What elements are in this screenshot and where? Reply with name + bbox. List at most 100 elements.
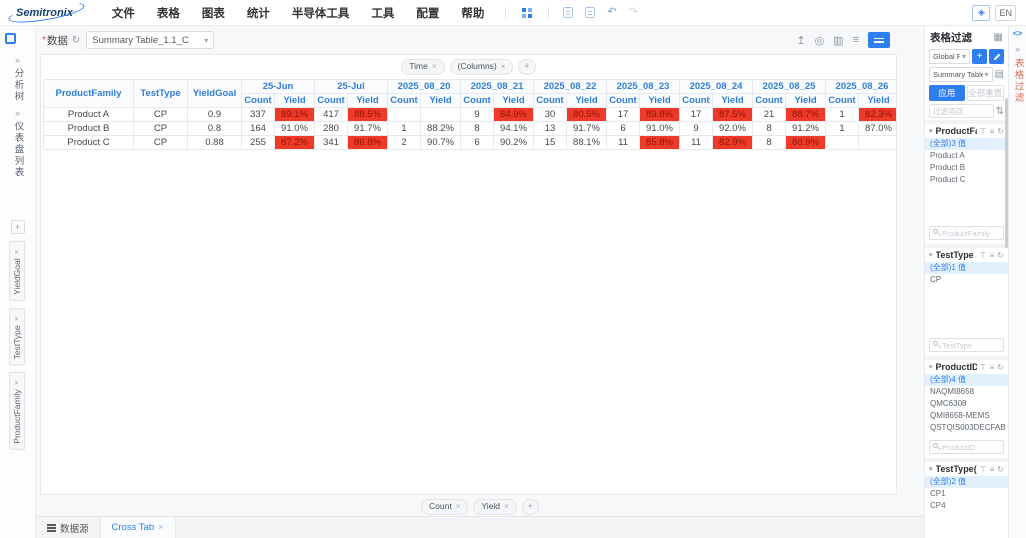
- chevron-down-icon[interactable]: ▾: [929, 127, 933, 135]
- filter-value-item[interactable]: QSTQIS003DECFAB: [925, 422, 1008, 434]
- code-icon[interactable]: <>: [1013, 30, 1023, 39]
- close-icon[interactable]: ×: [456, 502, 461, 512]
- fields-icon[interactable]: ≡: [853, 34, 859, 46]
- tab-crosstab[interactable]: Cross Tab ×: [100, 517, 176, 538]
- theme-button[interactable]: ◈: [972, 5, 990, 21]
- refresh-icon[interactable]: ↻: [997, 127, 1004, 136]
- chevron-down-icon[interactable]: ▾: [929, 465, 933, 473]
- tab-datasource[interactable]: 数据源: [36, 517, 100, 538]
- add-filter-button[interactable]: +: [972, 49, 987, 64]
- panel-toggle-icon[interactable]: [5, 33, 16, 44]
- column-group-header: 25-Jul: [315, 79, 388, 93]
- filter-panel-rail-label[interactable]: 表格过滤: [1011, 58, 1025, 104]
- filter-value-item[interactable]: CP: [925, 274, 1008, 286]
- menu-item-help[interactable]: 帮助: [450, 5, 495, 21]
- pin-icon[interactable]: ⊤: [980, 465, 987, 474]
- close-icon[interactable]: ×: [158, 522, 164, 533]
- filter-all-values[interactable]: (全部)4 值: [925, 374, 1008, 386]
- apply-button[interactable]: 应用: [929, 85, 965, 101]
- filter-value-item[interactable]: Product B: [925, 162, 1008, 174]
- filter-value-item[interactable]: QMI8658-MEMS: [925, 410, 1008, 422]
- collapse-filter-panel-icon[interactable]: »: [1015, 45, 1020, 54]
- filter-value-item[interactable]: QMC6308: [925, 398, 1008, 410]
- chevron-down-icon[interactable]: ▾: [929, 363, 933, 371]
- settings-icon[interactable]: ◎: [815, 34, 825, 47]
- column-pill-columns[interactable]: (Columns) ×: [450, 59, 514, 75]
- filter-all-values[interactable]: (全部)1 值: [925, 262, 1008, 274]
- filter-value-item[interactable]: CP4: [925, 500, 1008, 512]
- add-column-pill-button[interactable]: +: [518, 59, 535, 75]
- row-pill-yieldgoal[interactable]: YieldGoal ×: [9, 241, 25, 301]
- filter-all-values[interactable]: (全部)2 值: [925, 476, 1008, 488]
- cell-yield: 90.7%: [421, 135, 461, 149]
- columns-icon[interactable]: ▥: [833, 34, 843, 47]
- filter-value-item[interactable]: NAQMI8658: [925, 386, 1008, 398]
- language-button[interactable]: EN: [995, 5, 1016, 21]
- chevron-down-icon[interactable]: ▾: [929, 251, 933, 259]
- open-report-icon[interactable]: [585, 7, 595, 18]
- filter-search-input-testtype[interactable]: [929, 338, 1004, 352]
- menu-item-file[interactable]: 文件: [101, 5, 146, 21]
- value-pill-count[interactable]: Count ×: [421, 499, 468, 514]
- menu-item-statistics[interactable]: 统计: [236, 5, 281, 21]
- undo-icon[interactable]: ↶: [603, 7, 620, 18]
- expand-analysis-tree-icon[interactable]: »: [15, 56, 20, 65]
- close-icon[interactable]: ×: [501, 62, 506, 72]
- reset-all-button[interactable]: 全部重置: [967, 85, 1005, 101]
- close-icon[interactable]: ×: [432, 62, 437, 72]
- add-value-pill-button[interactable]: +: [522, 499, 539, 515]
- filter-value-item[interactable]: CP1: [925, 488, 1008, 500]
- column-pill-time[interactable]: Time ×: [401, 59, 444, 75]
- refresh-icon[interactable]: ↻: [72, 35, 80, 46]
- filter-value-item[interactable]: Product A: [925, 150, 1008, 162]
- close-icon[interactable]: ×: [504, 502, 509, 512]
- crosstab-table: ProductFamilyTestTypeYieldGoal25-Jun25-J…: [43, 79, 897, 150]
- pin-icon[interactable]: ⊤: [980, 363, 987, 372]
- menu-icon[interactable]: ≡: [990, 465, 995, 474]
- filter-dataset-select[interactable]: Summary Table_1.1_C ▾: [929, 67, 993, 82]
- filter-search-input-productfamily[interactable]: [929, 226, 1004, 240]
- dataset-config-icon[interactable]: ▤: [995, 69, 1004, 80]
- close-icon[interactable]: ×: [12, 314, 21, 323]
- menu-item-semiconductor-tools[interactable]: 半导体工具: [281, 5, 361, 21]
- edit-filter-button[interactable]: [989, 49, 1004, 64]
- filter-value-item[interactable]: Product C: [925, 174, 1008, 186]
- menu-icon[interactable]: ≡: [990, 363, 995, 372]
- close-icon[interactable]: ×: [12, 378, 21, 387]
- save-report-icon[interactable]: [563, 7, 573, 18]
- filter-section-icons: ⊤≡↻: [980, 127, 1004, 136]
- pin-icon[interactable]: ⊤: [980, 251, 987, 260]
- menu-item-tools[interactable]: 工具: [360, 5, 405, 21]
- redo-icon[interactable]: ↷: [625, 7, 642, 18]
- dataset-select[interactable]: Summary Table_1.1_C ▾: [86, 31, 214, 49]
- grid-layout-icon[interactable]: ▦: [994, 32, 1003, 43]
- add-row-dimension-button[interactable]: +: [11, 220, 25, 234]
- export-icon[interactable]: ↥: [796, 34, 805, 47]
- global-filters-select[interactable]: Global Filters ▾: [929, 49, 970, 64]
- menu-icon[interactable]: ≡: [990, 127, 995, 136]
- filter-all-values[interactable]: (全部)3 值: [925, 138, 1008, 150]
- layout-config-button[interactable]: [868, 32, 890, 48]
- menu-item-settings[interactable]: 配置: [405, 5, 450, 21]
- menu-item-chart[interactable]: 图表: [191, 5, 236, 21]
- expand-dashboard-list-icon[interactable]: »: [15, 109, 20, 118]
- scrollbar[interactable]: [1005, 98, 1008, 248]
- filter-search-input-productid[interactable]: [929, 440, 1004, 454]
- analysis-tree-panel-label[interactable]: 分析树: [11, 68, 25, 103]
- row-pill-productfamily[interactable]: ProductFamily ×: [9, 372, 25, 450]
- filter-items-search-input[interactable]: [929, 104, 994, 118]
- value-pill-yield[interactable]: Yield ×: [473, 499, 516, 514]
- filter-value-list: (全部)4 值NAQMI8658QMC6308QMI8658-MEMSQSTQI…: [925, 374, 1008, 438]
- pin-icon[interactable]: ⊤: [980, 127, 987, 136]
- row-pill-testtype[interactable]: TestType ×: [9, 308, 25, 365]
- menu-item-table[interactable]: 表格: [146, 5, 191, 21]
- dashboard-list-panel-label[interactable]: 仪表盘列表: [11, 121, 25, 179]
- refresh-icon[interactable]: ↻: [997, 465, 1004, 474]
- cell-count: 255: [242, 135, 275, 149]
- menu-icon[interactable]: ≡: [990, 251, 995, 260]
- sort-filter-icon[interactable]: ⇅: [996, 106, 1004, 117]
- apps-grid-icon[interactable]: [522, 8, 532, 18]
- refresh-icon[interactable]: ↻: [997, 251, 1004, 260]
- close-icon[interactable]: ×: [12, 247, 21, 256]
- refresh-icon[interactable]: ↻: [997, 363, 1004, 372]
